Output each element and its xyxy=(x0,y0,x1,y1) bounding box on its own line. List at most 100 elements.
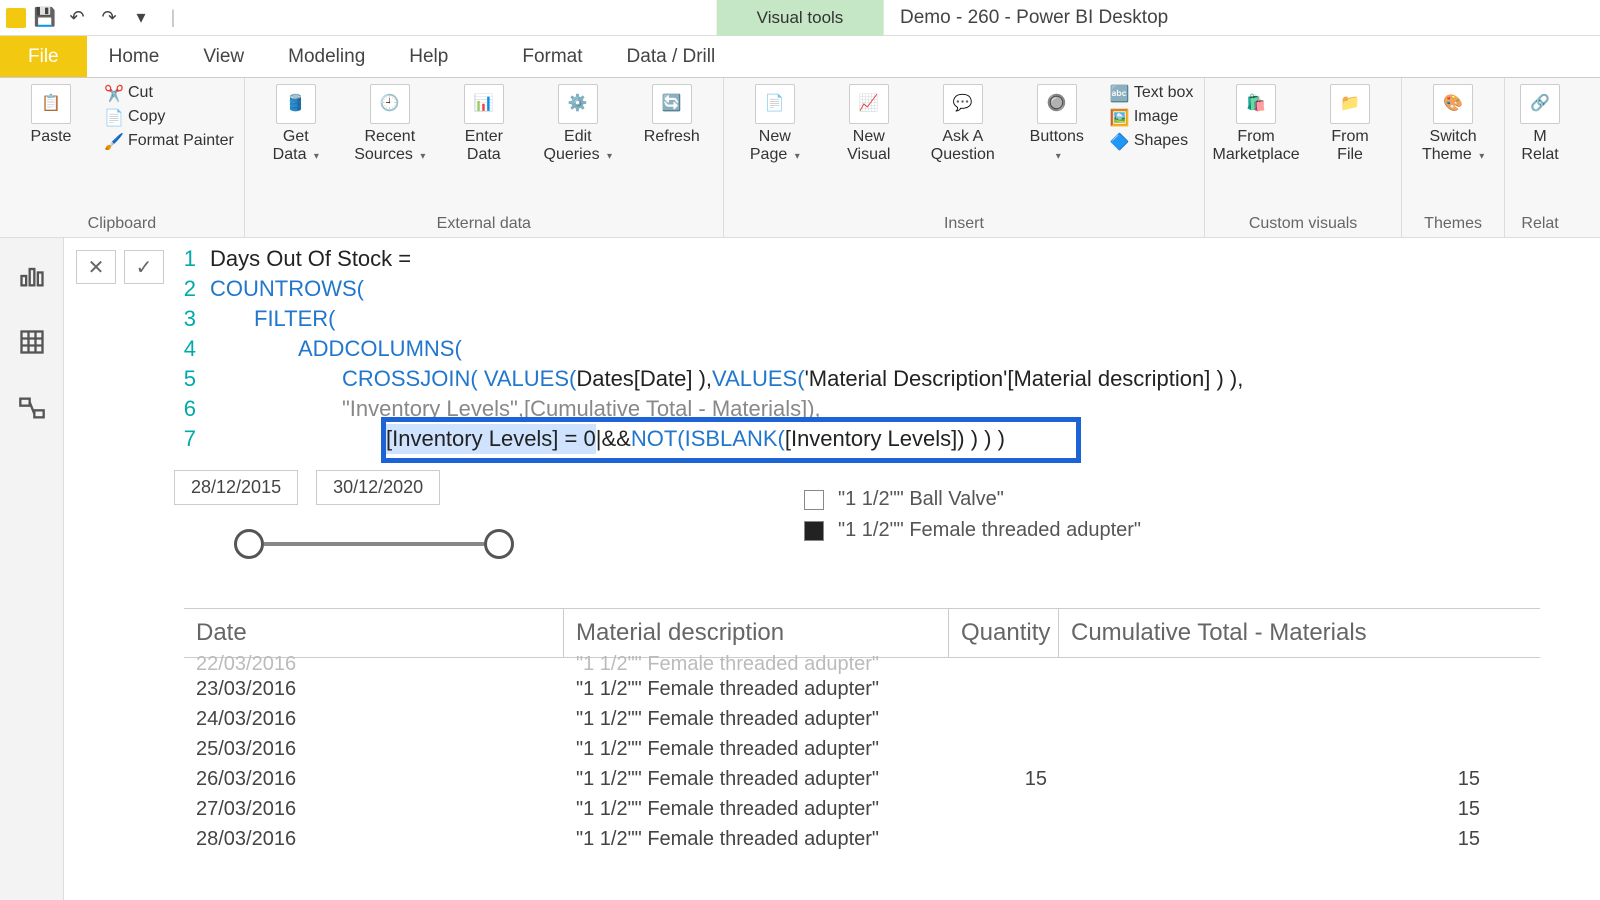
group-label-themes: Themes xyxy=(1412,211,1494,233)
buttons-button[interactable]: 🔘Buttons xyxy=(1016,84,1098,163)
table-row[interactable]: 28/03/2016"1 1/2"" Female threaded adupt… xyxy=(184,824,1540,854)
table-row[interactable]: 26/03/2016"1 1/2"" Female threaded adupt… xyxy=(184,764,1540,794)
shapes-button[interactable]: 🔷Shapes xyxy=(1110,132,1194,150)
recent-sources-button[interactable]: 🕘RecentSources xyxy=(349,84,431,163)
refresh-icon: 🔄 xyxy=(652,84,692,124)
manage-relationships-button[interactable]: 🔗MRelat xyxy=(1515,84,1565,163)
dax-editor[interactable]: 1Days Out Of Stock = 2COUNTROWS( 3FILTER… xyxy=(170,244,1243,454)
col-header-quantity[interactable]: Quantity xyxy=(949,609,1059,657)
tab-help[interactable]: Help xyxy=(387,36,470,77)
window-title: Demo - 260 - Power BI Desktop xyxy=(900,0,1168,36)
from-marketplace-button[interactable]: 🛍️FromMarketplace xyxy=(1215,84,1297,163)
checkbox-empty-icon[interactable] xyxy=(804,490,824,510)
table-row[interactable]: 27/03/2016"1 1/2"" Female threaded adupt… xyxy=(184,794,1540,824)
slicer-to-date[interactable]: 30/12/2020 xyxy=(316,470,440,505)
group-label-insert: Insert xyxy=(734,211,1194,233)
switch-theme-button[interactable]: 🎨SwitchTheme xyxy=(1412,84,1494,163)
legend-item-adupter[interactable]: "1 1/2"" Female threaded adupter" xyxy=(804,519,1141,542)
group-external-data: 🛢️GetData 🕘RecentSources 📊EnterData ⚙️Ed… xyxy=(245,78,724,237)
image-button[interactable]: 🖼️Image xyxy=(1110,108,1194,126)
code-line-2: COUNTROWS( xyxy=(210,274,364,304)
tab-home[interactable]: Home xyxy=(87,36,182,77)
table-row[interactable]: 24/03/2016"1 1/2"" Female threaded adupt… xyxy=(184,704,1540,734)
checkbox-checked-icon[interactable] xyxy=(804,521,824,541)
col-header-date[interactable]: Date xyxy=(184,609,564,657)
ask-icon: 💬 xyxy=(943,84,983,124)
group-label-custom: Custom visuals xyxy=(1215,211,1391,233)
app-logo-icon xyxy=(6,8,26,28)
data-view-icon[interactable] xyxy=(14,324,50,360)
tab-file[interactable]: File xyxy=(0,36,87,77)
refresh-button[interactable]: 🔄Refresh xyxy=(631,84,713,146)
report-canvas: ✕ ✓ 1Days Out Of Stock = 2COUNTROWS( 3FI… xyxy=(64,238,1600,900)
image-icon: 🖼️ xyxy=(1110,108,1128,126)
redo-icon[interactable]: ↷ xyxy=(96,5,122,31)
paste-icon: 📋 xyxy=(31,84,71,124)
quick-access-toolbar: 💾 ↶ ↷ ▾ | xyxy=(0,5,192,31)
edit-queries-button[interactable]: ⚙️EditQueries xyxy=(537,84,619,163)
buttons-icon: 🔘 xyxy=(1037,84,1077,124)
paste-label: Paste xyxy=(31,128,72,146)
ribbon: 📋 Paste ✂️Cut 📄Copy 🖌️Format Painter Cli… xyxy=(0,78,1600,238)
legend-slicer[interactable]: "1 1/2"" Ball Valve" "1 1/2"" Female thr… xyxy=(804,488,1141,542)
slider-track xyxy=(264,542,484,546)
tab-datadrill[interactable]: Data / Drill xyxy=(605,36,738,77)
slicer-from-date[interactable]: 28/12/2015 xyxy=(174,470,298,505)
report-view-icon[interactable] xyxy=(14,258,50,294)
col-header-cumulative[interactable]: Cumulative Total - Materials xyxy=(1059,609,1540,657)
format-painter-button[interactable]: 🖌️Format Painter xyxy=(104,132,234,150)
get-data-button[interactable]: 🛢️GetData xyxy=(255,84,337,163)
data-table[interactable]: Date Material description Quantity Cumul… xyxy=(184,608,1540,854)
slider-handle-right[interactable] xyxy=(484,529,514,559)
new-page-icon: 📄 xyxy=(755,84,795,124)
group-relationships: 🔗MRelat Relat xyxy=(1505,78,1575,237)
paste-button[interactable]: 📋 Paste xyxy=(10,84,92,146)
theme-icon: 🎨 xyxy=(1433,84,1473,124)
code-line-3: FILTER( xyxy=(210,304,335,334)
cut-label: Cut xyxy=(128,84,153,102)
from-file-icon: 📁 xyxy=(1330,84,1370,124)
cut-button[interactable]: ✂️Cut xyxy=(104,84,234,102)
code-line-1: Days Out Of Stock = xyxy=(210,244,411,274)
slider-handle-left[interactable] xyxy=(234,529,264,559)
undo-icon[interactable]: ↶ xyxy=(64,5,90,31)
main-area: ✕ ✓ 1Days Out Of Stock = 2COUNTROWS( 3FI… xyxy=(0,238,1600,900)
save-icon[interactable]: 💾 xyxy=(32,5,58,31)
formula-bar: ✕ ✓ 1Days Out Of Stock = 2COUNTROWS( 3FI… xyxy=(64,238,1600,454)
marketplace-icon: 🛍️ xyxy=(1236,84,1276,124)
contextual-tab-header: Visual tools xyxy=(717,0,884,36)
get-data-icon: 🛢️ xyxy=(276,84,316,124)
enter-data-button[interactable]: 📊EnterData xyxy=(443,84,525,163)
new-page-button[interactable]: 📄NewPage xyxy=(734,84,816,163)
edit-queries-icon: ⚙️ xyxy=(558,84,598,124)
format-painter-label: Format Painter xyxy=(128,132,234,150)
copy-button[interactable]: 📄Copy xyxy=(104,108,234,126)
textbox-button[interactable]: 🔤Text box xyxy=(1110,84,1194,102)
table-row[interactable]: 23/03/2016"1 1/2"" Female threaded adupt… xyxy=(184,674,1540,704)
model-view-icon[interactable] xyxy=(14,390,50,426)
date-slicer[interactable]: 28/12/2015 30/12/2020 xyxy=(174,470,514,559)
recent-sources-icon: 🕘 xyxy=(370,84,410,124)
table-body: 22/03/2016"1 1/2"" Female threaded adupt… xyxy=(184,654,1540,854)
copy-icon: 📄 xyxy=(104,108,122,126)
tab-modeling[interactable]: Modeling xyxy=(266,36,387,77)
view-bar xyxy=(0,238,64,900)
table-header: Date Material description Quantity Cumul… xyxy=(184,608,1540,658)
table-row[interactable]: 22/03/2016"1 1/2"" Female threaded adupt… xyxy=(184,654,1540,674)
tab-view[interactable]: View xyxy=(181,36,266,77)
legend-item-ball-valve[interactable]: "1 1/2"" Ball Valve" xyxy=(804,488,1141,511)
divider-icon: | xyxy=(160,5,186,31)
formula-commit-button[interactable]: ✓ xyxy=(124,250,164,284)
title-bar: 💾 ↶ ↷ ▾ | Visual tools Demo - 260 - Powe… xyxy=(0,0,1600,36)
group-label-clipboard: Clipboard xyxy=(10,211,234,233)
slicer-slider[interactable] xyxy=(234,529,514,559)
table-row[interactable]: 25/03/2016"1 1/2"" Female threaded adupt… xyxy=(184,734,1540,764)
ask-question-button[interactable]: 💬Ask AQuestion xyxy=(922,84,1004,163)
tab-format[interactable]: Format xyxy=(500,36,604,77)
group-clipboard: 📋 Paste ✂️Cut 📄Copy 🖌️Format Painter Cli… xyxy=(0,78,245,237)
formula-cancel-button[interactable]: ✕ xyxy=(76,250,116,284)
qat-dropdown-icon[interactable]: ▾ xyxy=(128,5,154,31)
from-file-button[interactable]: 📁FromFile xyxy=(1309,84,1391,163)
new-visual-button[interactable]: 📈NewVisual xyxy=(828,84,910,163)
col-header-material[interactable]: Material description xyxy=(564,609,949,657)
